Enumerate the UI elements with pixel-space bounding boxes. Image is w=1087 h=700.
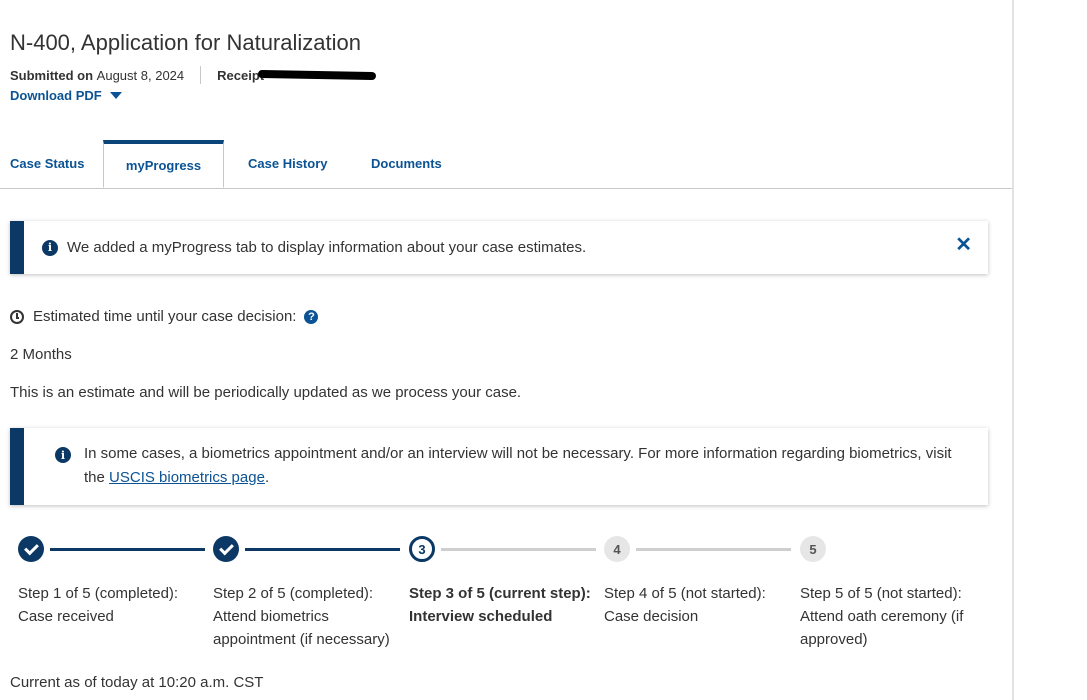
step-connector	[441, 548, 596, 551]
step-4-label: Step 4 of 5 (not started): Case decision	[604, 582, 789, 628]
close-icon[interactable]: ✕	[955, 235, 972, 255]
step-connector	[50, 548, 205, 551]
estimate-heading: Estimated time until your case decision:…	[10, 308, 319, 325]
page-title: N-400, Application for Naturalization	[10, 30, 361, 55]
step-3-label: Step 3 of 5 (current step): Interview sc…	[409, 582, 594, 628]
step-1-status: Step 1 of 5 (completed):	[18, 585, 179, 602]
estimate-label: Estimated time until your case decision:	[33, 308, 297, 325]
step-4-status: Step 4 of 5 (not started):	[604, 585, 766, 602]
step-5-title: Attend oath ceremony (if approved)	[800, 608, 964, 648]
tab-case-history[interactable]: Case History	[248, 140, 327, 187]
submitted-label: Submitted on	[10, 67, 94, 83]
step-3-status: Step 3 of 5 (current step):	[409, 585, 591, 602]
receipt-label: Receipt	[217, 67, 265, 83]
step-1-check-icon	[18, 536, 44, 562]
clock-icon	[10, 309, 24, 324]
biometrics-text-end: .	[264, 469, 270, 486]
step-4-title: Case decision	[604, 608, 699, 625]
step-5-status: Step 5 of 5 (not started):	[800, 585, 962, 602]
step-1-title: Case received	[18, 608, 114, 625]
biometrics-notice-text: In some cases, a biometrics appointment …	[84, 442, 964, 490]
myprogress-notice: i We added a myProgress tab to display i…	[10, 221, 988, 274]
case-meta: Submitted on August 8, 2024 Receipt	[10, 66, 377, 84]
receipt-redaction	[258, 69, 377, 81]
step-2-status: Step 2 of 5 (completed):	[213, 585, 374, 602]
step-5-indicator: 5	[800, 536, 826, 562]
caret-down-icon	[109, 92, 122, 99]
download-pdf-button[interactable]: Download PDF	[10, 88, 122, 103]
estimate-value: 2 Months	[10, 346, 72, 363]
notice-text: We added a myProgress tab to display inf…	[67, 239, 587, 256]
step-connector	[245, 548, 400, 551]
biometrics-notice: i In some cases, a biometrics appointmen…	[10, 428, 988, 505]
step-1-label: Step 1 of 5 (completed): Case received	[18, 582, 203, 628]
tab-documents[interactable]: Documents	[371, 140, 442, 187]
step-3-indicator: 3	[409, 536, 435, 562]
step-2-label: Step 2 of 5 (completed): Attend biometri…	[213, 582, 398, 651]
step-3-title: Interview scheduled	[409, 608, 553, 625]
case-tabs: Case Status myProgress Case History Docu…	[0, 140, 1012, 189]
step-connector	[636, 548, 791, 551]
current-as-of: Current as of today at 10:20 a.m. CST	[10, 674, 264, 691]
info-icon: i	[55, 447, 71, 463]
tab-case-status[interactable]: Case Status	[10, 140, 84, 187]
download-pdf-label: Download PDF	[10, 88, 102, 103]
uscis-biometrics-link[interactable]: USCIS biometrics page	[109, 469, 265, 486]
step-4-indicator: 4	[604, 536, 630, 562]
estimate-note: This is an estimate and will be periodic…	[10, 384, 522, 401]
meta-divider	[200, 66, 202, 84]
help-icon[interactable]: ?	[304, 309, 319, 324]
page-edge-divider	[1012, 0, 1014, 700]
info-icon: i	[42, 239, 58, 256]
step-5-label: Step 5 of 5 (not started): Attend oath c…	[800, 582, 985, 651]
progress-stepper: 3 4 5 Step 1 of 5 (completed): Case rece…	[0, 536, 1012, 656]
submitted-date: August 8, 2024	[96, 67, 185, 83]
tab-myprogress[interactable]: myProgress	[103, 140, 224, 188]
case-page: N-400, Application for Naturalization Su…	[0, 0, 1012, 700]
step-2-check-icon	[213, 536, 239, 562]
step-2-title: Attend biometrics appointment (if necess…	[213, 608, 390, 648]
